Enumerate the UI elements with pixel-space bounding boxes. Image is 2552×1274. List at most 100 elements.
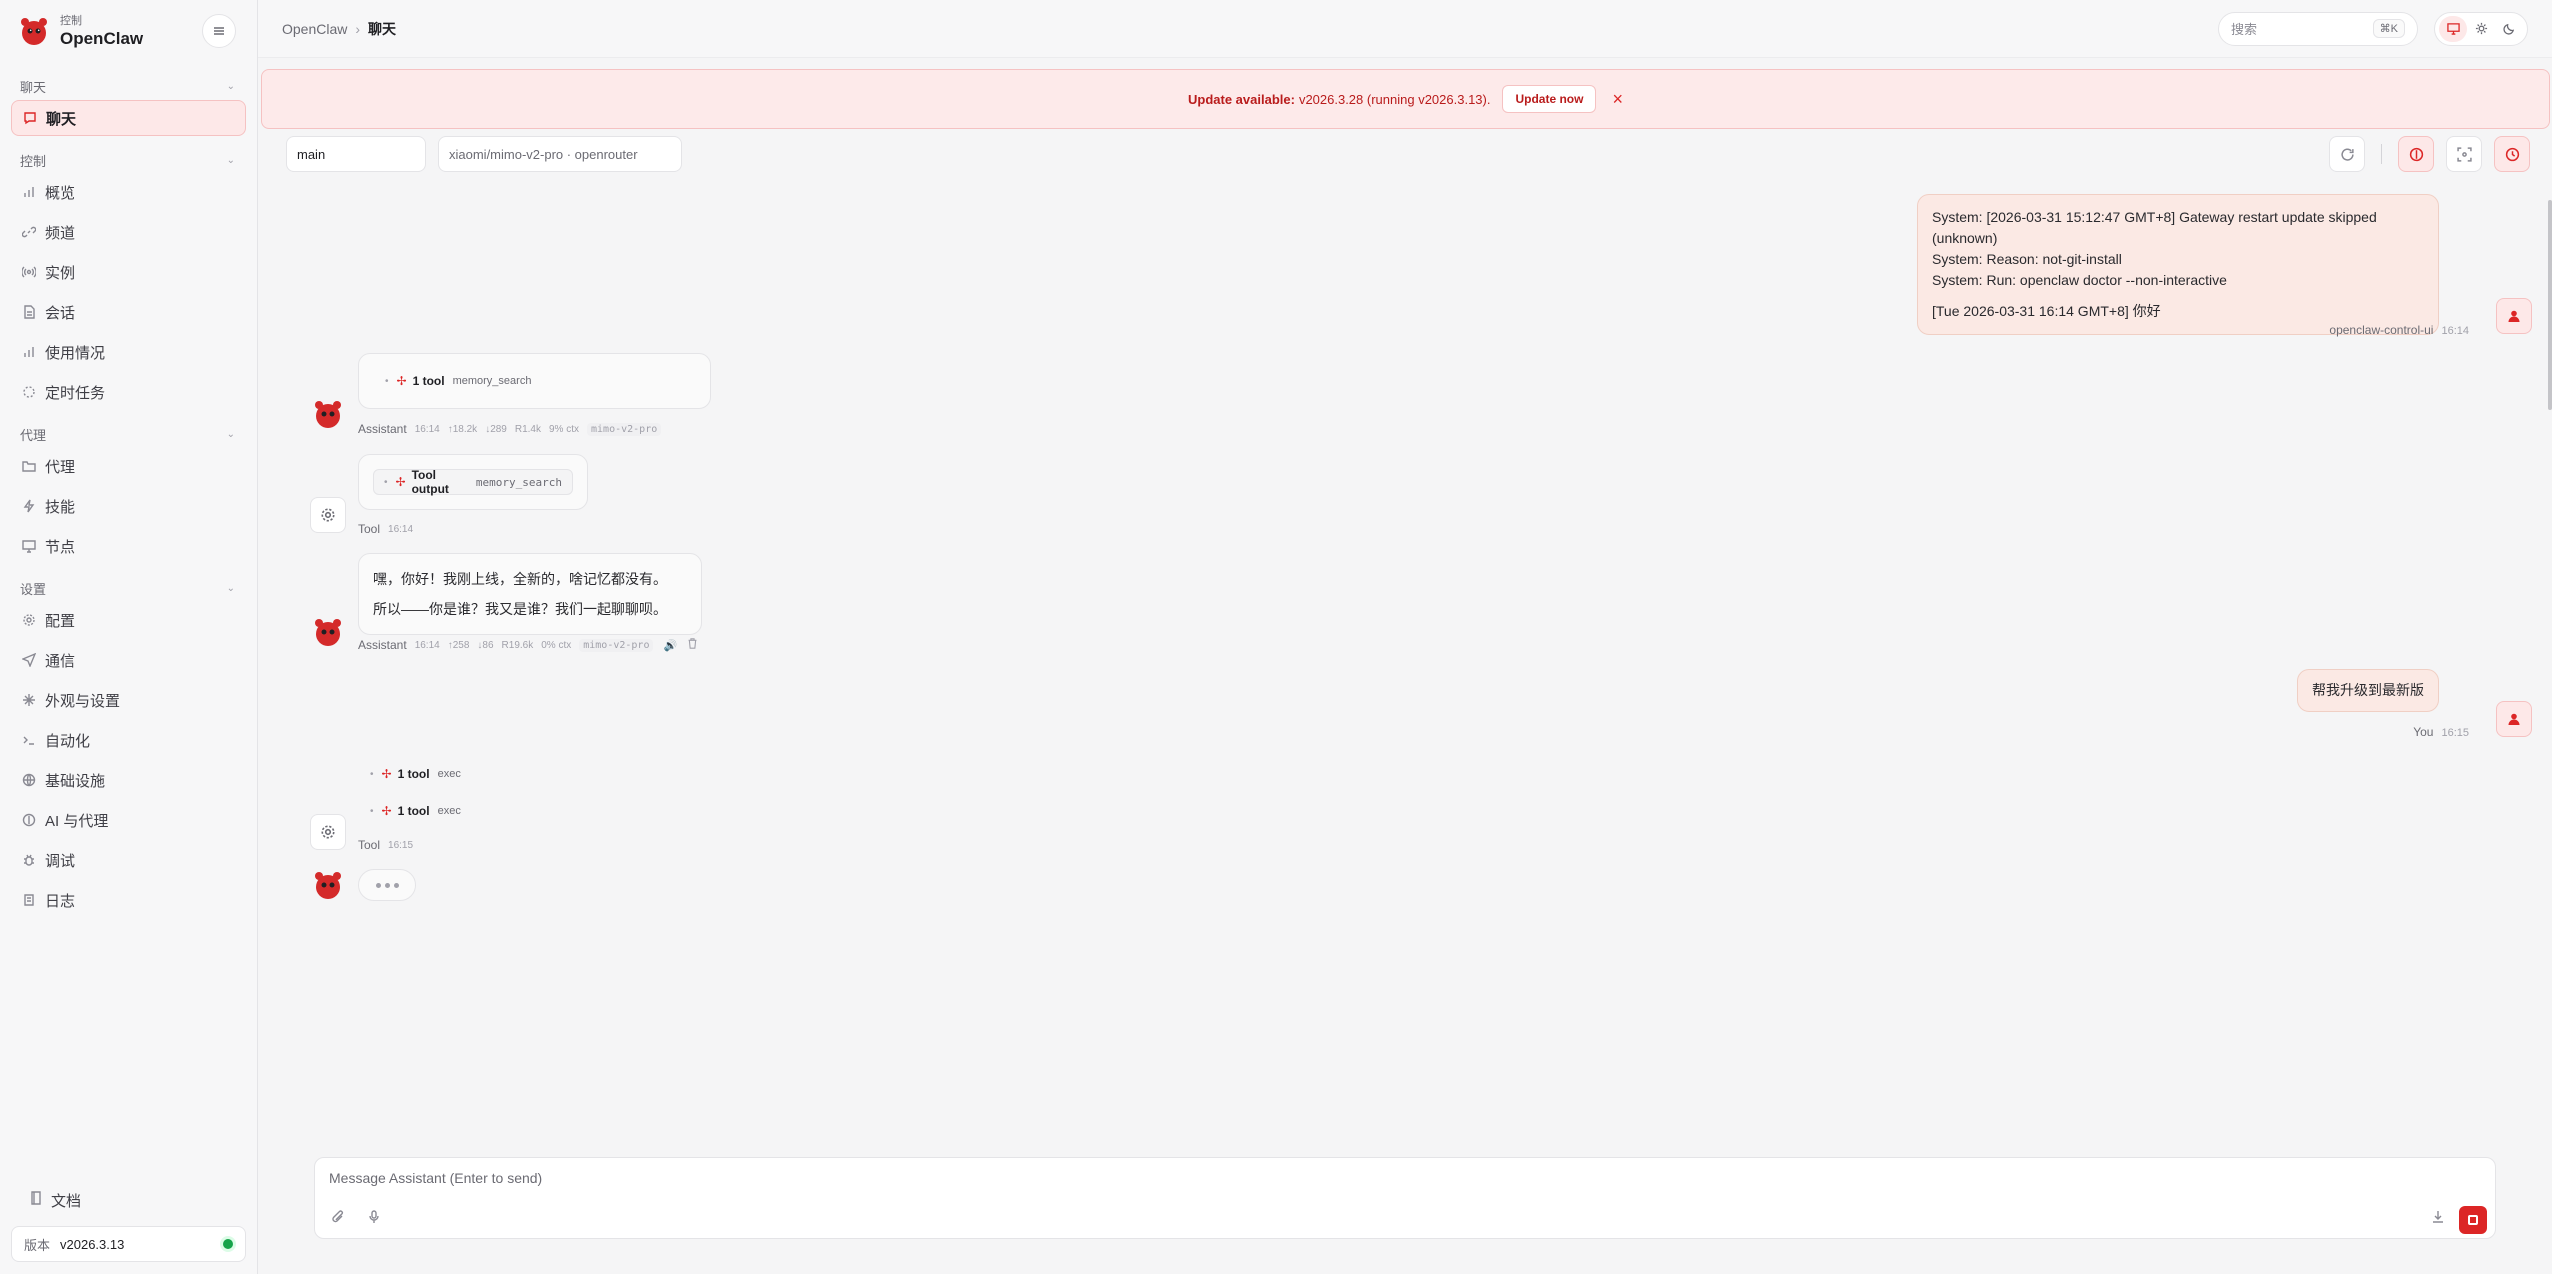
- speaker-icon[interactable]: 🔊: [663, 639, 677, 652]
- message-meta: Assistant 16:14 ↑258 ↓86 R19.6k 0% ctx m…: [358, 638, 698, 652]
- sidebar-item-label: 聊天: [46, 110, 77, 128]
- breadcrumb-root[interactable]: OpenClaw: [282, 21, 347, 37]
- session-select[interactable]: main: [286, 136, 426, 172]
- assistant-avatar: [315, 401, 341, 428]
- theme-system-button[interactable]: [2439, 15, 2467, 42]
- trash-icon[interactable]: [687, 638, 698, 652]
- tool-summary[interactable]: • ✢ 1 tool exec: [370, 800, 461, 822]
- sidebar-item-chat[interactable]: 聊天: [11, 100, 246, 136]
- history-button[interactable]: [2494, 136, 2530, 172]
- sidebar-item-sessions[interactable]: 会话: [11, 294, 246, 330]
- nav-group-agents[interactable]: 代理 ⌄: [0, 424, 257, 444]
- sidebar-item-nodes[interactable]: 节点: [11, 528, 246, 564]
- chevron-down-icon: ⌄: [226, 428, 235, 440]
- sidebar-item-agents[interactable]: 代理: [11, 448, 246, 484]
- tool-summary[interactable]: • ✢ 1 tool exec: [370, 763, 461, 785]
- nav-group-control[interactable]: 控制 ⌄: [0, 150, 257, 170]
- tool-avatar: [310, 814, 346, 850]
- theme-light-button[interactable]: [2467, 16, 2495, 42]
- docs-link[interactable]: 文档: [11, 1182, 246, 1218]
- sidebar-footer: 文档 版本 v2026.3.13: [0, 1182, 257, 1274]
- assistant-tool-bubble: • ✢ 1 tool memory_search: [358, 353, 711, 409]
- update-banner-text: v2026.3.28 (running v2026.3.13).: [1298, 91, 1491, 107]
- bug-icon: [21, 852, 37, 868]
- sidebar-item-logs[interactable]: 日志: [11, 882, 246, 918]
- sidebar-item-automation[interactable]: 自动化: [11, 722, 246, 758]
- sidebar-item-debug[interactable]: 调试: [11, 842, 246, 878]
- sparkle-icon: [21, 692, 37, 708]
- attach-icon[interactable]: [331, 1210, 345, 1227]
- sidebar-item-cron[interactable]: 定时任务: [11, 374, 246, 410]
- message-line: 帮我升级到最新版: [2312, 682, 2424, 698]
- assistant-message: 嘿，你好！我刚上线，全新的，啥记忆都没有。 所以——你是谁？我又是谁？我们一起聊…: [358, 553, 702, 635]
- refresh-button[interactable]: [2329, 136, 2365, 172]
- message-composer[interactable]: Message Assistant (Enter to send): [314, 1157, 2496, 1239]
- sidebar-item-instances[interactable]: 实例: [11, 254, 246, 290]
- tool-avatar: [310, 497, 346, 533]
- nav-group-label: 设置: [20, 581, 47, 597]
- clock-icon: [2505, 147, 2519, 161]
- message-meta: Tool 16:15: [358, 838, 413, 852]
- search-input[interactable]: 搜索 ⌘K: [2218, 11, 2418, 46]
- message-time: 16:14: [388, 523, 414, 535]
- sidebar-item-label: AI 与代理: [45, 812, 109, 830]
- tool-summary[interactable]: • ✢ 1 tool memory_search: [385, 374, 531, 388]
- message-time: 16:14: [414, 639, 440, 651]
- sidebar-item-label: 使用情况: [45, 344, 106, 362]
- message-meta: Tool 16:14: [358, 522, 413, 536]
- sidebar-item-infrastructure[interactable]: 基础设施: [11, 762, 246, 798]
- topbar: OpenClaw › 聊天 搜索 ⌘K: [258, 0, 2552, 58]
- sidebar-item-label: 调试: [45, 852, 76, 870]
- nav-group-chat[interactable]: 聊天 ⌄: [0, 76, 257, 96]
- tool-output-bubble: • ✢ Tool output memory_search: [358, 454, 588, 510]
- chat-scrollbar[interactable]: [2548, 200, 2552, 410]
- update-banner: Update available: v2026.3.28 (running v2…: [261, 69, 2550, 129]
- microphone-icon[interactable]: [367, 1210, 381, 1227]
- sidebar-item-label: 代理: [45, 458, 76, 476]
- stat-input-tokens: ↑18.2k: [447, 423, 478, 435]
- model-tag: mimo-v2-pro: [587, 422, 662, 436]
- download-icon[interactable]: [2431, 1210, 2445, 1227]
- message-sender: openclaw-control-ui: [2329, 323, 2434, 337]
- brain-icon: [21, 812, 37, 828]
- tool-count: 1 tool: [412, 374, 445, 388]
- sidebar-item-skills[interactable]: 技能: [11, 488, 246, 524]
- chat-controls: main xiaomi/mimo-v2-pro · openrouter: [286, 136, 682, 172]
- theme-dark-button[interactable]: [2495, 16, 2523, 42]
- docs-label: 文档: [51, 1192, 82, 1210]
- status-dot-icon: [223, 1239, 233, 1249]
- tool-output-chip[interactable]: • ✢ Tool output memory_search: [373, 468, 573, 496]
- globe-icon: [21, 772, 37, 788]
- folder-icon: [21, 458, 37, 474]
- message-meta: You 16:15: [2413, 725, 2469, 739]
- nav-group-settings[interactable]: 设置 ⌄: [0, 578, 257, 598]
- message-meta: openclaw-control-ui 16:14: [2329, 323, 2469, 337]
- update-now-button[interactable]: Update now: [1502, 85, 1597, 113]
- sidebar-item-label: 通信: [45, 652, 76, 670]
- sidebar-item-label: 会话: [45, 304, 76, 322]
- document-icon: [21, 304, 37, 320]
- sidebar-item-overview[interactable]: 概览: [11, 174, 246, 210]
- focus-mode-button[interactable]: [2446, 136, 2482, 172]
- breadcrumb-separator: ›: [355, 20, 361, 37]
- close-icon[interactable]: ×: [1612, 89, 1623, 110]
- sidebar-item-usage[interactable]: 使用情况: [11, 334, 246, 370]
- message-line: 所以——你是谁？我又是谁？我们一起聊聊呗。: [373, 601, 667, 617]
- model-tag: mimo-v2-pro: [579, 638, 654, 652]
- thinking-toggle-button[interactable]: [2398, 136, 2434, 172]
- sidebar-item-ai-agents[interactable]: AI 与代理: [11, 802, 246, 838]
- sidebar-item-channels[interactable]: 频道: [11, 214, 246, 250]
- bar-chart-icon: [21, 184, 37, 200]
- sidebar-item-config[interactable]: 配置: [11, 602, 246, 638]
- stat-output-tokens: ↓86: [477, 639, 494, 651]
- stop-button[interactable]: [2459, 1206, 2487, 1234]
- book-icon: [29, 1191, 43, 1209]
- tool-call-list: • ✢ 1 tool exec • ✢ 1 tool exec: [370, 763, 461, 822]
- sidebar-collapse-button[interactable]: [202, 14, 236, 48]
- model-select[interactable]: xiaomi/mimo-v2-pro · openrouter: [438, 136, 682, 172]
- user-message: System: [2026-03-31 15:12:47 GMT+8] Gate…: [1917, 194, 2439, 335]
- menu-icon: [214, 27, 224, 35]
- sidebar-item-appearance[interactable]: 外观与设置: [11, 682, 246, 718]
- radio-icon: [21, 264, 37, 280]
- sidebar-item-communication[interactable]: 通信: [11, 642, 246, 678]
